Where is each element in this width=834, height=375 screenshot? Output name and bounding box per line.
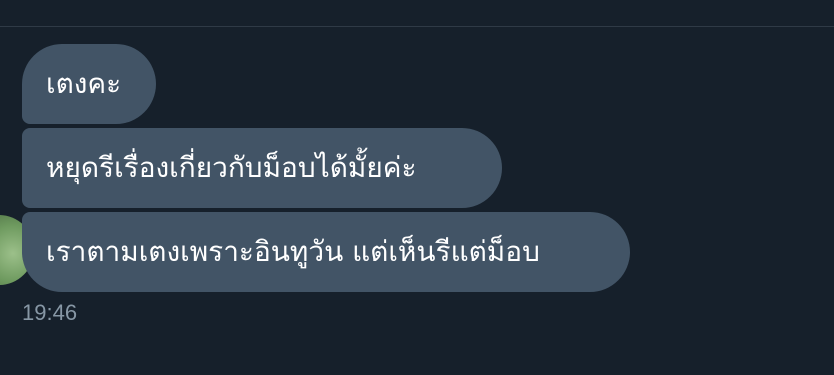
message-text: เตงคะ xyxy=(46,67,122,100)
message-text: หยุดรีเรื่องเกี่ยวกับม็อบได้มั้ยค่ะ xyxy=(46,151,417,184)
message-text: เราตามเตงเพราะอินทูวัน แต่เห็นรีแต่ม็อบ xyxy=(46,235,540,268)
message-bubble[interactable]: หยุดรีเรื่องเกี่ยวกับม็อบได้มั้ยค่ะ xyxy=(22,128,502,208)
message-bubble[interactable]: เตงคะ xyxy=(22,44,156,124)
message-timestamp: 19:46 xyxy=(22,300,78,325)
header-divider xyxy=(0,26,834,27)
message-bubble[interactable]: เราตามเตงเพราะอินทูวัน แต่เห็นรีแต่ม็อบ xyxy=(22,212,630,292)
